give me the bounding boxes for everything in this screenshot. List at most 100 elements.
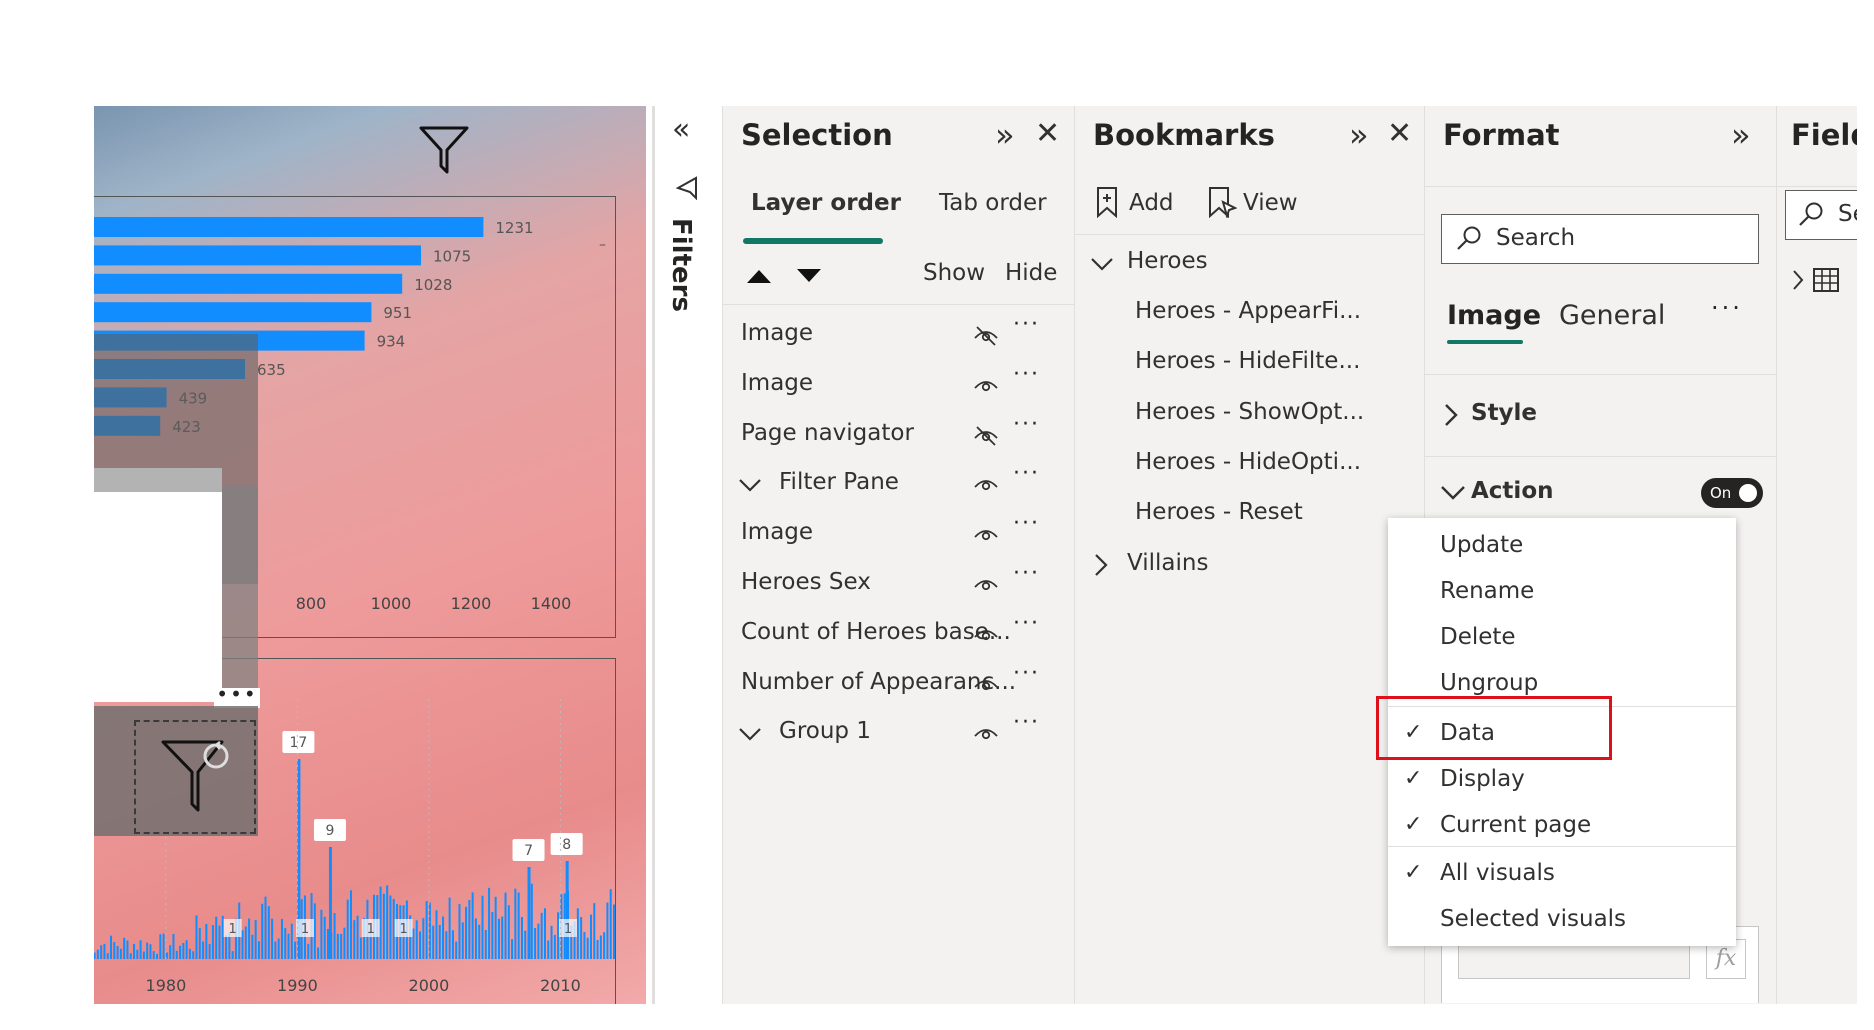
column bbox=[497, 918, 500, 959]
chevron-down-icon[interactable] bbox=[737, 477, 763, 493]
layer-item[interactable]: Heroes Sex ··· bbox=[723, 561, 1075, 607]
chevron-right-icon[interactable] bbox=[1443, 402, 1459, 428]
menu-item-selected-visuals[interactable]: Selected visuals bbox=[1388, 898, 1736, 942]
column bbox=[478, 924, 481, 959]
column bbox=[613, 904, 615, 959]
more-options-icon[interactable]: ··· bbox=[1013, 710, 1040, 735]
tab-image[interactable]: Image bbox=[1447, 300, 1541, 331]
more-options-icon[interactable]: ··· bbox=[1013, 312, 1040, 337]
column bbox=[198, 928, 201, 959]
layer-item[interactable]: Count of Heroes base... ··· bbox=[723, 611, 1075, 657]
show-all-button[interactable]: Show bbox=[923, 260, 985, 286]
filter-icon-visual[interactable] bbox=[94, 706, 258, 836]
chevron-down-icon[interactable] bbox=[1089, 256, 1115, 272]
menu-item-label: Current page bbox=[1440, 812, 1592, 838]
column bbox=[110, 935, 113, 959]
eye-icon[interactable] bbox=[973, 473, 999, 497]
more-options-icon[interactable]: ··· bbox=[1013, 412, 1040, 437]
menu-item-label: Update bbox=[1440, 532, 1524, 558]
tab-general[interactable]: General bbox=[1559, 300, 1665, 331]
eye-icon[interactable] bbox=[973, 623, 999, 647]
filters-strip[interactable]: « Filters bbox=[660, 106, 714, 1004]
bookmark-item[interactable]: Heroes - AppearFi... bbox=[1075, 290, 1427, 334]
add-bookmark-icon[interactable] bbox=[1095, 186, 1119, 218]
double-chevron-right-icon[interactable]: » bbox=[995, 116, 1015, 154]
add-bookmark-button[interactable]: Add bbox=[1129, 190, 1174, 216]
column bbox=[179, 945, 182, 959]
double-chevron-right-icon[interactable]: » bbox=[1731, 116, 1751, 154]
close-icon[interactable]: ✕ bbox=[1035, 116, 1060, 151]
layer-item[interactable]: Page navigator ··· bbox=[723, 412, 1075, 458]
view-bookmark-icon[interactable] bbox=[1207, 186, 1237, 218]
bookmark-group[interactable]: Heroes bbox=[1075, 240, 1427, 284]
view-bookmark-button[interactable]: View bbox=[1243, 190, 1298, 216]
bookmark-item[interactable]: Heroes - ShowOpt... bbox=[1075, 391, 1427, 435]
more-options-icon[interactable]: ··· bbox=[1711, 294, 1743, 322]
menu-item-update[interactable]: Update bbox=[1388, 524, 1736, 568]
eye-icon[interactable] bbox=[973, 722, 999, 746]
bookmark-item[interactable]: Heroes - Reset bbox=[1075, 491, 1427, 535]
more-options-icon[interactable]: ··· bbox=[1013, 611, 1040, 636]
eye-off-icon[interactable] bbox=[973, 324, 999, 348]
format-search-box[interactable]: Search bbox=[1441, 214, 1759, 264]
layer-item[interactable]: Image ··· bbox=[723, 312, 1075, 358]
tab-tab-order[interactable]: Tab order bbox=[939, 190, 1047, 216]
layer-item[interactable]: Number of Appearanc... ··· bbox=[723, 661, 1075, 707]
style-section[interactable]: Style bbox=[1471, 400, 1537, 426]
layer-item[interactable]: Image ··· bbox=[723, 511, 1075, 557]
menu-item-current-page[interactable]: ✓ Current page bbox=[1388, 804, 1736, 848]
column bbox=[172, 933, 175, 959]
more-options-icon[interactable]: ··· bbox=[1013, 511, 1040, 536]
column bbox=[280, 918, 283, 959]
move-down-icon[interactable] bbox=[795, 266, 823, 286]
eye-icon[interactable] bbox=[973, 523, 999, 547]
hide-all-button[interactable]: Hide bbox=[1005, 260, 1057, 286]
action-toggle[interactable]: On bbox=[1701, 478, 1763, 508]
eye-icon[interactable] bbox=[973, 374, 999, 398]
menu-item-display[interactable]: ✓ Display bbox=[1388, 758, 1736, 802]
more-options-icon[interactable]: ··· bbox=[1013, 661, 1040, 686]
column bbox=[422, 918, 425, 959]
action-section[interactable]: Action bbox=[1471, 478, 1554, 504]
minimize-icon[interactable]: – bbox=[599, 237, 606, 253]
bar bbox=[94, 217, 484, 237]
eye-icon[interactable] bbox=[973, 673, 999, 697]
layer-item[interactable]: Filter Pane ··· bbox=[723, 461, 1075, 507]
move-up-icon[interactable] bbox=[745, 266, 773, 286]
column bbox=[379, 886, 382, 959]
filters-label[interactable]: Filters bbox=[666, 218, 696, 312]
menu-item-rename[interactable]: Rename bbox=[1388, 570, 1736, 614]
more-options-icon[interactable]: ··· bbox=[1013, 362, 1040, 387]
column bbox=[320, 909, 323, 959]
double-chevron-left-icon[interactable]: « bbox=[672, 112, 690, 147]
tab-layer-order[interactable]: Layer order bbox=[751, 190, 901, 216]
eye-icon[interactable] bbox=[973, 573, 999, 597]
chevron-right-icon[interactable] bbox=[1093, 552, 1109, 578]
layer-item[interactable]: Image ··· bbox=[723, 362, 1075, 408]
column bbox=[96, 949, 99, 959]
chevron-right-icon[interactable] bbox=[1791, 268, 1805, 292]
menu-item-delete[interactable]: Delete bbox=[1388, 616, 1736, 660]
eye-off-icon[interactable] bbox=[973, 424, 999, 448]
ellipsis-icon[interactable]: ••• bbox=[214, 684, 260, 708]
layer-item[interactable]: Group 1 ··· bbox=[723, 710, 1075, 756]
double-chevron-right-icon[interactable]: » bbox=[1349, 116, 1369, 154]
checkmark-icon: ✓ bbox=[1404, 860, 1423, 885]
more-options-icon[interactable]: ··· bbox=[1013, 561, 1040, 586]
column bbox=[333, 913, 336, 959]
report-canvas[interactable]: 1231107510289519346354394238001000120014… bbox=[94, 106, 646, 1004]
layer-item-label: Group 1 bbox=[779, 718, 871, 745]
menu-item-all-visuals[interactable]: ✓ All visuals bbox=[1388, 852, 1736, 896]
bookmark-group-label: Villains bbox=[1127, 549, 1209, 576]
filter-funnel-icon[interactable] bbox=[418, 124, 470, 176]
search-icon bbox=[1799, 202, 1823, 226]
chevron-down-icon[interactable] bbox=[737, 726, 763, 742]
bookmark-item[interactable]: Heroes - HideFilte... bbox=[1075, 340, 1427, 384]
close-icon[interactable]: ✕ bbox=[1387, 116, 1412, 151]
bookmark-item[interactable]: Heroes - HideOpti... bbox=[1075, 441, 1427, 485]
bookmark-group[interactable]: Villains bbox=[1075, 542, 1427, 586]
fields-search-box[interactable]: Se bbox=[1785, 190, 1857, 240]
column bbox=[593, 903, 596, 959]
more-options-icon[interactable]: ··· bbox=[1013, 461, 1040, 486]
chevron-down-icon[interactable] bbox=[1439, 484, 1467, 502]
